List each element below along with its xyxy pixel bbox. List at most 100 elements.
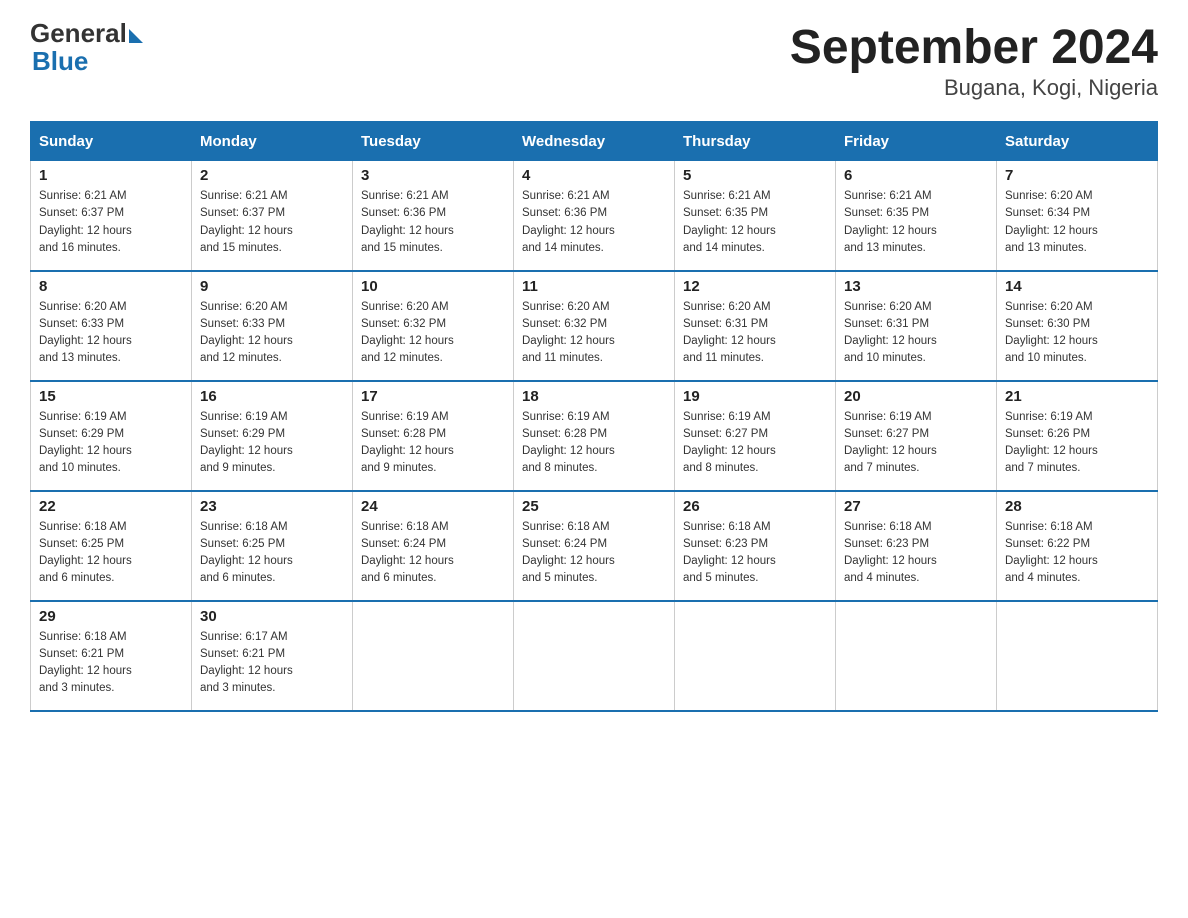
day-number: 2	[200, 167, 344, 184]
day-info: Sunrise: 6:18 AMSunset: 6:25 PMDaylight:…	[200, 519, 344, 588]
table-row: 6 Sunrise: 6:21 AMSunset: 6:35 PMDaylight…	[836, 161, 997, 271]
table-row: 3 Sunrise: 6:21 AMSunset: 6:36 PMDaylight…	[353, 161, 514, 271]
table-row: 19 Sunrise: 6:19 AMSunset: 6:27 PMDayligh…	[675, 381, 836, 491]
day-info: Sunrise: 6:20 AMSunset: 6:33 PMDaylight:…	[39, 299, 183, 368]
day-number: 8	[39, 278, 183, 295]
page-header: General Blue September 2024 Bugana, Kogi…	[30, 20, 1158, 101]
table-row: 28 Sunrise: 6:18 AMSunset: 6:22 PMDayligh…	[997, 491, 1158, 601]
day-info: Sunrise: 6:19 AMSunset: 6:28 PMDaylight:…	[361, 409, 505, 478]
day-info: Sunrise: 6:21 AMSunset: 6:37 PMDaylight:…	[200, 188, 344, 257]
table-row: 21 Sunrise: 6:19 AMSunset: 6:26 PMDayligh…	[997, 381, 1158, 491]
day-number: 15	[39, 388, 183, 405]
table-row: 17 Sunrise: 6:19 AMSunset: 6:28 PMDayligh…	[353, 381, 514, 491]
logo-general: General	[30, 20, 143, 46]
title-block: September 2024 Bugana, Kogi, Nigeria	[790, 20, 1158, 101]
day-info: Sunrise: 6:20 AMSunset: 6:33 PMDaylight:…	[200, 299, 344, 368]
col-sunday: Sunday	[31, 122, 192, 161]
table-row: 9Sunrise: 6:20 AMSunset: 6:33 PMDaylight…	[192, 271, 353, 381]
table-row: 15 Sunrise: 6:19 AMSunset: 6:29 PMDayligh…	[31, 381, 192, 491]
table-row	[836, 601, 997, 711]
day-number: 24	[361, 498, 505, 515]
day-info: Sunrise: 6:18 AMSunset: 6:25 PMDaylight:…	[39, 519, 183, 588]
day-info: Sunrise: 6:19 AMSunset: 6:28 PMDaylight:…	[522, 409, 666, 478]
table-row: 27 Sunrise: 6:18 AMSunset: 6:23 PMDayligh…	[836, 491, 997, 601]
day-info: Sunrise: 6:18 AMSunset: 6:22 PMDaylight:…	[1005, 519, 1149, 588]
table-row: 7Sunrise: 6:20 AMSunset: 6:34 PMDaylight…	[997, 161, 1158, 271]
day-info: Sunrise: 6:18 AMSunset: 6:23 PMDaylight:…	[844, 519, 988, 588]
day-number: 1	[39, 167, 183, 184]
table-row: 23 Sunrise: 6:18 AMSunset: 6:25 PMDayligh…	[192, 491, 353, 601]
day-number: 20	[844, 388, 988, 405]
table-row: 1 Sunrise: 6:21 AMSunset: 6:37 PMDaylight…	[31, 161, 192, 271]
day-info: Sunrise: 6:20 AMSunset: 6:34 PMDaylight:…	[1005, 188, 1149, 257]
day-info: Sunrise: 6:18 AMSunset: 6:24 PMDaylight:…	[522, 519, 666, 588]
calendar-week-row: 22Sunrise: 6:18 AMSunset: 6:25 PMDayligh…	[31, 491, 1158, 601]
day-number: 25	[522, 498, 666, 515]
day-info: Sunrise: 6:21 AMSunset: 6:35 PMDaylight:…	[844, 188, 988, 257]
day-info: Sunrise: 6:19 AMSunset: 6:26 PMDaylight:…	[1005, 409, 1149, 478]
day-number: 12	[683, 278, 827, 295]
table-row: 26 Sunrise: 6:18 AMSunset: 6:23 PMDayligh…	[675, 491, 836, 601]
day-number: 14	[1005, 278, 1149, 295]
day-number: 23	[200, 498, 344, 515]
day-info: Sunrise: 6:19 AMSunset: 6:27 PMDaylight:…	[683, 409, 827, 478]
day-number: 13	[844, 278, 988, 295]
day-info: Sunrise: 6:18 AMSunset: 6:23 PMDaylight:…	[683, 519, 827, 588]
day-info: Sunrise: 6:21 AMSunset: 6:36 PMDaylight:…	[361, 188, 505, 257]
table-row: 30 Sunrise: 6:17 AMSunset: 6:21 PMDayligh…	[192, 601, 353, 711]
day-info: Sunrise: 6:19 AMSunset: 6:29 PMDaylight:…	[39, 409, 183, 478]
table-row	[353, 601, 514, 711]
day-info: Sunrise: 6:21 AMSunset: 6:37 PMDaylight:…	[39, 188, 183, 257]
day-number: 11	[522, 278, 666, 295]
table-row: 11Sunrise: 6:20 AMSunset: 6:32 PMDayligh…	[514, 271, 675, 381]
calendar-week-row: 8 Sunrise: 6:20 AMSunset: 6:33 PMDaylight…	[31, 271, 1158, 381]
day-info: Sunrise: 6:18 AMSunset: 6:21 PMDaylight:…	[39, 629, 183, 698]
logo-blue: Blue	[32, 46, 143, 77]
day-info: Sunrise: 6:19 AMSunset: 6:29 PMDaylight:…	[200, 409, 344, 478]
col-tuesday: Tuesday	[353, 122, 514, 161]
day-number: 10	[361, 278, 505, 295]
day-number: 26	[683, 498, 827, 515]
calendar-week-row: 29 Sunrise: 6:18 AMSunset: 6:21 PMDayligh…	[31, 601, 1158, 711]
day-info: Sunrise: 6:19 AMSunset: 6:27 PMDaylight:…	[844, 409, 988, 478]
day-number: 5	[683, 167, 827, 184]
table-row	[997, 601, 1158, 711]
table-row: 5 Sunrise: 6:21 AMSunset: 6:35 PMDaylight…	[675, 161, 836, 271]
day-info: Sunrise: 6:20 AMSunset: 6:32 PMDaylight:…	[361, 299, 505, 368]
day-info: Sunrise: 6:20 AMSunset: 6:30 PMDaylight:…	[1005, 299, 1149, 368]
col-thursday: Thursday	[675, 122, 836, 161]
day-number: 17	[361, 388, 505, 405]
day-number: 28	[1005, 498, 1149, 515]
day-number: 21	[1005, 388, 1149, 405]
table-row: 13Sunrise: 6:20 AMSunset: 6:31 PMDayligh…	[836, 271, 997, 381]
table-row: 22Sunrise: 6:18 AMSunset: 6:25 PMDayligh…	[31, 491, 192, 601]
day-info: Sunrise: 6:21 AMSunset: 6:35 PMDaylight:…	[683, 188, 827, 257]
col-monday: Monday	[192, 122, 353, 161]
day-number: 4	[522, 167, 666, 184]
day-info: Sunrise: 6:17 AMSunset: 6:21 PMDaylight:…	[200, 629, 344, 698]
table-row: 18Sunrise: 6:19 AMSunset: 6:28 PMDayligh…	[514, 381, 675, 491]
calendar-title: September 2024	[790, 20, 1158, 75]
col-wednesday: Wednesday	[514, 122, 675, 161]
col-friday: Friday	[836, 122, 997, 161]
day-number: 29	[39, 608, 183, 625]
col-saturday: Saturday	[997, 122, 1158, 161]
table-row	[675, 601, 836, 711]
calendar-table: Sunday Monday Tuesday Wednesday Thursday…	[30, 121, 1158, 712]
table-row: 2 Sunrise: 6:21 AMSunset: 6:37 PMDaylight…	[192, 161, 353, 271]
table-row: 8 Sunrise: 6:20 AMSunset: 6:33 PMDaylight…	[31, 271, 192, 381]
day-number: 30	[200, 608, 344, 625]
logo: General Blue	[30, 20, 143, 77]
table-row: 10 Sunrise: 6:20 AMSunset: 6:32 PMDayligh…	[353, 271, 514, 381]
calendar-week-row: 15 Sunrise: 6:19 AMSunset: 6:29 PMDayligh…	[31, 381, 1158, 491]
day-number: 3	[361, 167, 505, 184]
day-number: 16	[200, 388, 344, 405]
day-number: 27	[844, 498, 988, 515]
day-number: 6	[844, 167, 988, 184]
day-number: 19	[683, 388, 827, 405]
table-row: 12Sunrise: 6:20 AMSunset: 6:31 PMDayligh…	[675, 271, 836, 381]
day-info: Sunrise: 6:21 AMSunset: 6:36 PMDaylight:…	[522, 188, 666, 257]
table-row: 25 Sunrise: 6:18 AMSunset: 6:24 PMDayligh…	[514, 491, 675, 601]
table-row: 24Sunrise: 6:18 AMSunset: 6:24 PMDayligh…	[353, 491, 514, 601]
table-row: 14 Sunrise: 6:20 AMSunset: 6:30 PMDayligh…	[997, 271, 1158, 381]
